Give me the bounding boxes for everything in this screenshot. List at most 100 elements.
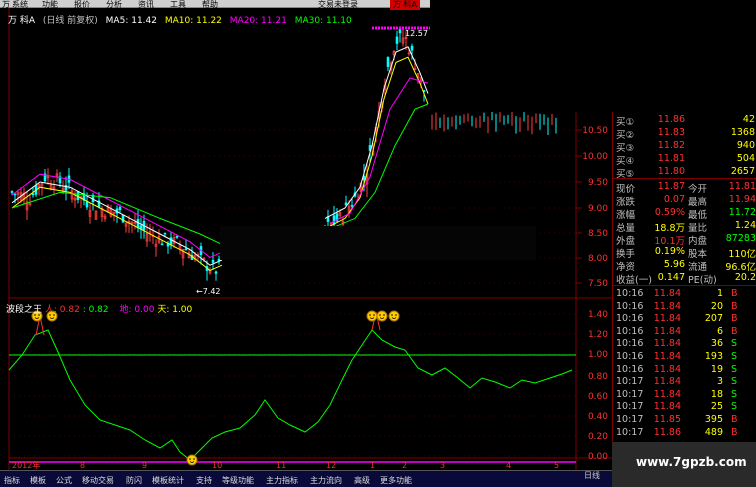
tick-volume: 3 bbox=[716, 376, 723, 388]
stat-label: 最低 bbox=[688, 210, 708, 221]
x-axis-label: 11 bbox=[276, 461, 286, 470]
bottom-tab-4[interactable]: 防闪 bbox=[126, 475, 142, 486]
tick-row: 10:16 11.84 6 B bbox=[613, 326, 756, 338]
bottom-tab-2[interactable]: 公式 bbox=[56, 475, 72, 486]
bid-label: 买① bbox=[616, 117, 635, 128]
stat-value: 20.2 bbox=[734, 272, 756, 283]
indicator-axis-label: 0.00 bbox=[588, 452, 608, 462]
watermark: www.7gpzb.com bbox=[612, 442, 756, 487]
x-axis-label: 2012年 bbox=[12, 460, 40, 470]
ma-legend: 万 科A (日线 前复权) MA5: 11.42 MA10: 11.22 MA2… bbox=[8, 13, 357, 26]
x-axis-label: 8 bbox=[80, 461, 85, 470]
tick-row: 10:17 11.84 18 S bbox=[613, 389, 756, 401]
candle-body bbox=[395, 36, 399, 44]
tick-time: 10:16 bbox=[616, 338, 644, 350]
candle-body bbox=[85, 201, 89, 208]
bottom-tab-9[interactable]: 主力流向 bbox=[310, 475, 342, 486]
x-axis-label: 4 bbox=[506, 461, 511, 470]
tick-volume: 25 bbox=[710, 401, 723, 413]
stat-label: 今开 bbox=[688, 184, 708, 195]
stat-value: 10.1万 bbox=[654, 236, 685, 247]
candle-body bbox=[13, 193, 17, 196]
tick-price: 11.84 bbox=[653, 363, 681, 375]
bottom-tab-11[interactable]: 更多功能 bbox=[380, 475, 412, 486]
tick-price: 11.84 bbox=[653, 388, 681, 400]
bottom-tab-0[interactable]: 指标 bbox=[4, 475, 20, 486]
smiley-eye bbox=[383, 314, 385, 316]
candle-body bbox=[169, 237, 173, 246]
bottom-tab-7[interactable]: 等级功能 bbox=[222, 475, 254, 486]
bid-price: 11.83 bbox=[657, 127, 685, 138]
period-switch[interactable]: 日线 bbox=[584, 470, 600, 481]
ma20-line-right bbox=[329, 77, 429, 225]
menu-item-4[interactable]: 资讯 bbox=[138, 0, 154, 10]
tick-volume: 6 bbox=[716, 325, 723, 337]
price-axis-label: 9.50 bbox=[588, 178, 608, 188]
stat-value: 110亿 bbox=[728, 249, 756, 260]
menu-item-0[interactable]: 系统 bbox=[12, 0, 28, 10]
stat-value: 0.19% bbox=[654, 246, 685, 257]
menu-item-3[interactable]: 分析 bbox=[106, 0, 122, 10]
stat-label: 最高 bbox=[688, 197, 708, 208]
candle-body bbox=[214, 271, 218, 274]
stat-label: 现价 bbox=[616, 184, 636, 195]
stat-value: 1.24 bbox=[734, 220, 756, 231]
indicator-v2: : 0.82 bbox=[82, 305, 109, 315]
tick-side: S bbox=[731, 351, 738, 362]
stat-label: 量比 bbox=[688, 223, 708, 234]
tick-time: 10:16 bbox=[616, 300, 644, 312]
tick-side: B bbox=[731, 414, 738, 425]
indicator-axis-label: 0.20 bbox=[588, 432, 608, 442]
smiley-eye bbox=[391, 314, 393, 316]
x-axis-label: 1 bbox=[370, 461, 375, 470]
bottom-tab-10[interactable]: 高级 bbox=[354, 475, 370, 486]
indicator-curve bbox=[8, 329, 573, 461]
ma5-line-left bbox=[11, 181, 223, 266]
price-axis-label: 7.50 bbox=[588, 279, 608, 289]
ma10-line-right bbox=[324, 56, 429, 230]
bottom-tab-3[interactable]: 移动交易 bbox=[82, 475, 114, 486]
stat-row: 收益(一) 0.147 PE(动) 20.2 bbox=[613, 272, 756, 286]
tick-time: 10:17 bbox=[616, 388, 644, 400]
quote-panel: 买① 11.86 42 买② 11.83 1368 买③ 11.82 940 买④ 11.81 504… bbox=[612, 112, 756, 442]
tick-volume: 1 bbox=[716, 288, 723, 299]
candle-body bbox=[386, 57, 390, 67]
menu-item-2[interactable]: 报价 bbox=[74, 0, 90, 10]
candle-body bbox=[160, 243, 164, 246]
menu-item-6[interactable]: 帮助 bbox=[202, 0, 218, 10]
bottom-tab-1[interactable]: 模板 bbox=[30, 475, 46, 486]
tick-price: 11.85 bbox=[653, 414, 681, 425]
menu-item-1[interactable]: 功能 bbox=[42, 0, 58, 10]
bid-price: 11.82 bbox=[657, 140, 685, 151]
stat-row: 现价 11.87 今开 11.81 bbox=[613, 181, 756, 195]
tick-row: 10:17 11.84 3 S bbox=[613, 376, 756, 388]
candle-body bbox=[121, 214, 125, 223]
cover-block-middle bbox=[220, 226, 536, 260]
ma10-line-left bbox=[11, 186, 223, 271]
candle-body bbox=[350, 205, 354, 207]
tick-row: 10:16 11.84 193 S bbox=[613, 351, 756, 363]
x-axis-label: 2 bbox=[402, 461, 407, 470]
bottom-tab-5[interactable]: 模板统计 bbox=[152, 475, 184, 486]
candle-body bbox=[31, 193, 35, 196]
tick-price: 11.84 bbox=[653, 351, 681, 362]
x-axis-label: 10 bbox=[212, 461, 222, 470]
bottom-tab-8[interactable]: 主力指标 bbox=[266, 475, 298, 486]
stat-label: 内盘 bbox=[688, 236, 708, 247]
menu-item-5[interactable]: 工具 bbox=[170, 0, 186, 10]
stat-label: 股本 bbox=[688, 249, 708, 260]
smiley-eye bbox=[395, 314, 397, 316]
indicator-legend: 波段之王 人: 0.82 : 0.82 地: 0.00 天: 1.00 bbox=[6, 302, 192, 315]
indicator-tian: 天: 1.00 bbox=[157, 305, 193, 315]
cover-block-top bbox=[430, 0, 756, 112]
tick-side: S bbox=[731, 338, 738, 350]
tick-time: 10:16 bbox=[616, 288, 644, 299]
menu-bar: 系统 功能 报价 分析 资讯 工具 帮助 bbox=[0, 0, 430, 10]
bottom-tab-6[interactable]: 支持 bbox=[196, 475, 212, 486]
tick-side: B bbox=[731, 313, 738, 325]
tick-volume: 193 bbox=[704, 351, 723, 362]
stat-row: 净资 5.96 流通 96.6亿 bbox=[613, 259, 756, 273]
stat-value: 18.8万 bbox=[654, 223, 685, 234]
smiley-eye bbox=[379, 314, 381, 316]
tick-row: 10:17 11.86 489 B bbox=[613, 427, 756, 439]
